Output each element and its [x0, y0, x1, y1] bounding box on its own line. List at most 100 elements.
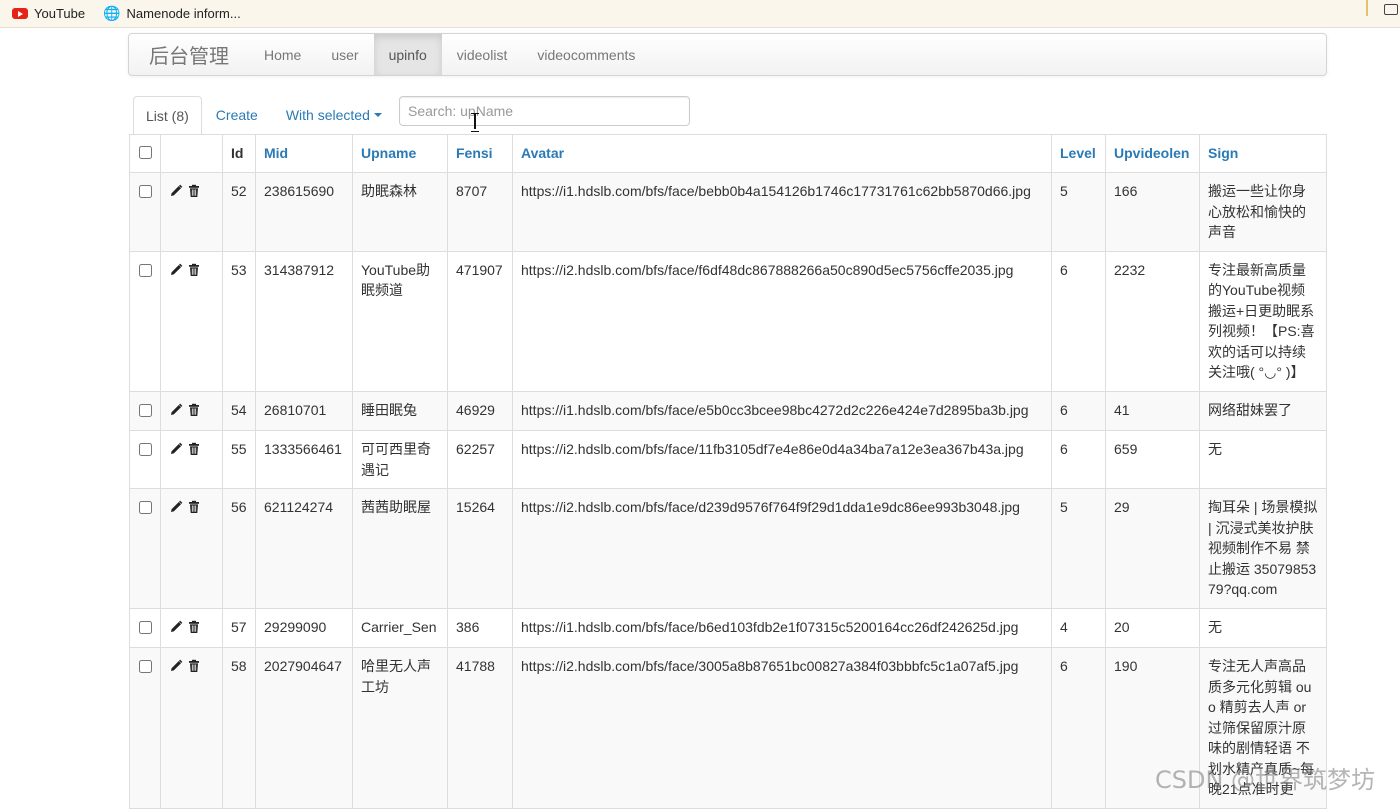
- cell-level: 4: [1051, 607, 1106, 648]
- cell-mid: 314387912: [255, 250, 353, 392]
- table-header-row: Id Mid Upname Fensi Avatar Level Upvideo…: [129, 134, 1327, 173]
- pencil-icon[interactable]: [169, 262, 183, 276]
- bookmark-label: YouTube: [34, 6, 86, 21]
- nav-user[interactable]: user: [316, 34, 373, 75]
- row-checkbox[interactable]: [138, 263, 152, 277]
- trash-icon[interactable]: [187, 619, 201, 633]
- cell-id: 58: [222, 647, 256, 809]
- tab-list[interactable]: List (8): [133, 96, 202, 135]
- bookmarks-bar: YouTube 🌐 Namenode inform...: [0, 0, 1400, 28]
- cell-id: 56: [222, 488, 256, 609]
- cell-upvideolen: 659: [1105, 430, 1200, 489]
- column-header-level[interactable]: Level: [1051, 134, 1106, 173]
- cell-mid: 29299090: [255, 607, 353, 648]
- cell-id: 53: [222, 250, 256, 392]
- row-select-cell: [129, 607, 161, 648]
- row-checkbox[interactable]: [138, 403, 152, 417]
- list-toolbar: List (8) Create With selected: [133, 96, 396, 135]
- row-actions: [160, 488, 223, 609]
- pencil-icon[interactable]: [169, 658, 183, 672]
- cell-mid: 621124274: [255, 488, 353, 609]
- cell-mid: 238615690: [255, 172, 353, 252]
- pencil-icon[interactable]: [169, 183, 183, 197]
- youtube-icon: [12, 8, 28, 19]
- cell-upvideolen: 20: [1105, 607, 1200, 648]
- cell-id: 57: [222, 607, 256, 648]
- column-header-upvideolen[interactable]: Upvideolen: [1105, 134, 1200, 173]
- row-select-cell: [129, 172, 161, 252]
- cell-sign: 无: [1199, 430, 1327, 489]
- nav-videolist[interactable]: videolist: [442, 34, 523, 75]
- row-actions: [160, 250, 223, 392]
- cell-sign: 掏耳朵 | 场景模拟 | 沉浸式美妆护肤 视频制作不易 禁止搬运 3507985…: [1199, 488, 1327, 609]
- table-row: 58 2027904647 哈里无人声工坊 41788 https://i2.hdslb…: [129, 647, 1327, 809]
- caret-down-icon: [373, 113, 382, 117]
- table-row: 54 26810701 睡田眠兔 46929 https://i1.hdslb.com/…: [129, 390, 1327, 431]
- globe-icon: 🌐: [103, 5, 121, 21]
- folder-icon[interactable]: [1384, 4, 1398, 15]
- column-header-mid[interactable]: Mid: [255, 134, 353, 173]
- cell-mid: 1333566461: [255, 430, 353, 489]
- trash-icon[interactable]: [187, 499, 201, 513]
- trash-icon[interactable]: [187, 658, 201, 672]
- row-actions: [160, 172, 223, 252]
- trash-icon[interactable]: [187, 441, 201, 455]
- table-row: 52 238615690 助眠森林 8707 https://i1.hdslb.com/…: [129, 172, 1327, 252]
- with-selected-dropdown[interactable]: With selected: [272, 96, 396, 134]
- row-checkbox[interactable]: [138, 443, 152, 456]
- trash-icon[interactable]: [187, 402, 201, 416]
- cell-upvideolen: 166: [1105, 172, 1200, 252]
- column-header-fensi[interactable]: Fensi: [447, 134, 513, 173]
- row-checkbox[interactable]: [138, 620, 152, 634]
- pencil-icon[interactable]: [169, 402, 183, 416]
- cell-fensi: 41788: [447, 647, 513, 809]
- cell-level: 5: [1051, 488, 1106, 609]
- cell-sign: 专注最新高质量的YouTube视频搬运+日更助眠系列视频！【PS:喜欢的话可以持…: [1199, 250, 1327, 392]
- cell-id: 52: [222, 172, 256, 252]
- nav-videocomments[interactable]: videocomments: [522, 34, 650, 75]
- tab-create[interactable]: Create: [202, 96, 272, 134]
- cell-id: 55: [222, 430, 256, 489]
- table-row: 53 314387912 YouTube助眠频道 471907 https://i2.h…: [129, 250, 1327, 392]
- row-actions: [160, 647, 223, 809]
- column-header-sign[interactable]: Sign: [1199, 134, 1327, 173]
- table-row: 57 29299090 Carrier_Sen 386 https://i1.hdslb…: [129, 607, 1327, 648]
- cell-avatar: https://i1.hdslb.com/bfs/face/e5b0cc3bce…: [512, 390, 1052, 431]
- row-select-cell: [129, 488, 161, 609]
- nav-upinfo[interactable]: upinfo: [373, 34, 442, 75]
- bookmark-youtube[interactable]: YouTube: [12, 0, 85, 28]
- column-header-upname[interactable]: Upname: [352, 134, 448, 173]
- select-all-checkbox[interactable]: [138, 145, 152, 159]
- cell-avatar: https://i1.hdslb.com/bfs/face/b6ed103fdb…: [512, 607, 1052, 648]
- table-row: 56 621124274 茜茜助眠屋 15264 https://i2.hdslb.co…: [129, 488, 1327, 609]
- cell-sign: 搬运一些让你身心放松和愉快的声音: [1199, 172, 1327, 252]
- row-checkbox[interactable]: [138, 501, 152, 514]
- cell-id: 54: [222, 390, 256, 431]
- row-select-cell: [129, 390, 161, 431]
- brand-title[interactable]: 后台管理: [129, 34, 249, 75]
- cell-level: 6: [1051, 647, 1106, 809]
- column-header-avatar[interactable]: Avatar: [512, 134, 1052, 173]
- row-checkbox[interactable]: [138, 185, 152, 198]
- data-grid: Id Mid Upname Fensi Avatar Level Upvideo…: [129, 134, 1327, 809]
- trash-icon[interactable]: [187, 262, 201, 276]
- cell-avatar: https://i2.hdslb.com/bfs/face/d239d9576f…: [512, 488, 1052, 609]
- with-selected-label: With selected: [285, 107, 370, 123]
- cell-upvideolen: 2232: [1105, 250, 1200, 392]
- pencil-icon[interactable]: [169, 619, 183, 633]
- cell-fensi: 15264: [447, 488, 513, 609]
- bookmark-namenode[interactable]: 🌐 Namenode inform...: [103, 0, 241, 28]
- search-input[interactable]: [399, 96, 690, 126]
- row-checkbox[interactable]: [138, 660, 152, 673]
- cell-mid: 2027904647: [255, 647, 353, 809]
- top-navbar: 后台管理 Home user upinfo videolist videocom…: [128, 33, 1327, 76]
- cell-upname: YouTube助眠频道: [352, 250, 448, 392]
- pencil-icon[interactable]: [169, 499, 183, 513]
- trash-icon[interactable]: [187, 183, 201, 197]
- row-select-cell: [129, 647, 161, 809]
- cell-level: 6: [1051, 430, 1106, 489]
- cell-fensi: 8707: [447, 172, 513, 252]
- pencil-icon[interactable]: [169, 441, 183, 455]
- bookmark-separator: [1366, 0, 1368, 16]
- nav-home[interactable]: Home: [249, 34, 316, 75]
